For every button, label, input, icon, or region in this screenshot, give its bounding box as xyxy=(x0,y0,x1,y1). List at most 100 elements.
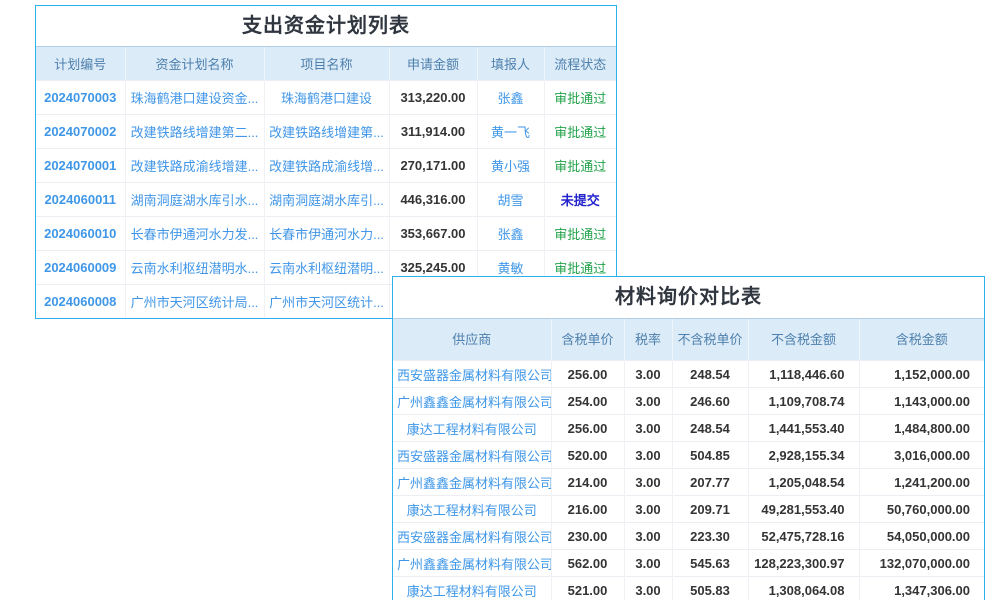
amount-tax-cell: 1,152,000.00 xyxy=(859,361,984,388)
plan-col-amount: 申请金额 xyxy=(389,47,477,81)
table-row[interactable]: 康达工程材料有限公司 216.00 3.00 209.71 49,281,553… xyxy=(393,496,984,523)
plan-name-link[interactable]: 湖南洞庭湖水库引水... xyxy=(125,183,264,217)
supplier-link[interactable]: 康达工程材料有限公司 xyxy=(393,496,551,523)
plan-id-link[interactable]: 2024060008 xyxy=(36,285,125,319)
table-row[interactable]: 西安盛器金属材料有限公司 230.00 3.00 223.30 52,475,7… xyxy=(393,523,984,550)
material-quote-table: 供应商 含税单价 税率 不含税单价 不含税金额 含税金额 西安盛器金属材料有限公… xyxy=(393,319,984,600)
unit-price-no-tax-cell: 545.63 xyxy=(672,550,748,577)
unit-price-tax-cell: 256.00 xyxy=(551,361,624,388)
unit-price-tax-cell: 520.00 xyxy=(551,442,624,469)
amount-cell: 353,667.00 xyxy=(389,217,477,251)
table-row[interactable]: 西安盛器金属材料有限公司 256.00 3.00 248.54 1,118,44… xyxy=(393,361,984,388)
plan-id-link[interactable]: 2024070003 xyxy=(36,81,125,115)
unit-price-tax-cell: 254.00 xyxy=(551,388,624,415)
plan-name-link[interactable]: 广州市天河区统计局... xyxy=(125,285,264,319)
reporter-link[interactable]: 胡雪 xyxy=(477,183,544,217)
unit-price-no-tax-cell: 505.83 xyxy=(672,577,748,600)
unit-price-no-tax-cell: 246.60 xyxy=(672,388,748,415)
quote-col-amount-tax: 含税金额 xyxy=(859,319,984,361)
table-row[interactable]: 康达工程材料有限公司 256.00 3.00 248.54 1,441,553.… xyxy=(393,415,984,442)
amount-tax-cell: 50,760,000.00 xyxy=(859,496,984,523)
tax-rate-cell: 3.00 xyxy=(624,550,672,577)
project-name-link[interactable]: 广州市天河区统计... xyxy=(264,285,389,319)
supplier-link[interactable]: 广州鑫鑫金属材料有限公司 xyxy=(393,550,551,577)
project-name-link[interactable]: 珠海鹤港口建设 xyxy=(264,81,389,115)
table-row[interactable]: 2024060011 湖南洞庭湖水库引水... 湖南洞庭湖水库引... 446,… xyxy=(36,183,616,217)
reporter-link[interactable]: 张鑫 xyxy=(477,217,544,251)
status-badge: 审批通过 xyxy=(544,81,616,115)
unit-price-tax-cell: 216.00 xyxy=(551,496,624,523)
plan-name-link[interactable]: 改建铁路成渝线增建... xyxy=(125,149,264,183)
tax-rate-cell: 3.00 xyxy=(624,469,672,496)
unit-price-tax-cell: 521.00 xyxy=(551,577,624,600)
plan-name-link[interactable]: 珠海鹤港口建设资金... xyxy=(125,81,264,115)
plan-name-link[interactable]: 改建铁路线增建第二... xyxy=(125,115,264,149)
project-name-link[interactable]: 云南水利枢纽潜明... xyxy=(264,251,389,285)
table-row[interactable]: 2024070003 珠海鹤港口建设资金... 珠海鹤港口建设 313,220.… xyxy=(36,81,616,115)
plan-id-link[interactable]: 2024060010 xyxy=(36,217,125,251)
plan-id-link[interactable]: 2024060011 xyxy=(36,183,125,217)
plan-id-link[interactable]: 2024070002 xyxy=(36,115,125,149)
project-name-link[interactable]: 长春市伊通河水力... xyxy=(264,217,389,251)
amount-tax-cell: 1,347,306.00 xyxy=(859,577,984,600)
quote-header-row: 供应商 含税单价 税率 不含税单价 不含税金额 含税金额 xyxy=(393,319,984,361)
plan-name-link[interactable]: 长春市伊通河水力发... xyxy=(125,217,264,251)
plan-id-link[interactable]: 2024060009 xyxy=(36,251,125,285)
table-row[interactable]: 2024070001 改建铁路成渝线增建... 改建铁路成渝线增... 270,… xyxy=(36,149,616,183)
unit-price-tax-cell: 230.00 xyxy=(551,523,624,550)
amount-cell: 446,316.00 xyxy=(389,183,477,217)
table-row[interactable]: 广州鑫鑫金属材料有限公司 254.00 3.00 246.60 1,109,70… xyxy=(393,388,984,415)
amount-no-tax-cell: 1,109,708.74 xyxy=(748,388,859,415)
material-quote-title: 材料询价对比表 xyxy=(393,277,984,319)
table-row[interactable]: 2024070002 改建铁路线增建第二... 改建铁路线增建第... 311,… xyxy=(36,115,616,149)
amount-no-tax-cell: 2,928,155.34 xyxy=(748,442,859,469)
status-badge: 审批通过 xyxy=(544,217,616,251)
tax-rate-cell: 3.00 xyxy=(624,415,672,442)
amount-no-tax-cell: 1,118,446.60 xyxy=(748,361,859,388)
plan-col-plan-name: 资金计划名称 xyxy=(125,47,264,81)
supplier-link[interactable]: 西安盛器金属材料有限公司 xyxy=(393,523,551,550)
amount-no-tax-cell: 1,308,064.08 xyxy=(748,577,859,600)
supplier-link[interactable]: 康达工程材料有限公司 xyxy=(393,577,551,600)
supplier-link[interactable]: 西安盛器金属材料有限公司 xyxy=(393,361,551,388)
quote-col-supplier: 供应商 xyxy=(393,319,551,361)
material-quote-panel: 材料询价对比表 供应商 含税单价 税率 不含税单价 不含税金额 含税金额 西安盛… xyxy=(392,276,985,600)
table-row[interactable]: 2024060010 长春市伊通河水力发... 长春市伊通河水力... 353,… xyxy=(36,217,616,251)
amount-tax-cell: 54,050,000.00 xyxy=(859,523,984,550)
amount-no-tax-cell: 1,205,048.54 xyxy=(748,469,859,496)
plan-col-reporter: 填报人 xyxy=(477,47,544,81)
amount-cell: 270,171.00 xyxy=(389,149,477,183)
supplier-link[interactable]: 广州鑫鑫金属材料有限公司 xyxy=(393,469,551,496)
page: 支出资金计划列表 计划编号 资金计划名称 项目名称 申请金额 填报人 流程状态 … xyxy=(0,0,1000,600)
reporter-link[interactable]: 黄一飞 xyxy=(477,115,544,149)
expenditure-plan-panel: 支出资金计划列表 计划编号 资金计划名称 项目名称 申请金额 填报人 流程状态 … xyxy=(35,5,617,319)
table-row[interactable]: 西安盛器金属材料有限公司 520.00 3.00 504.85 2,928,15… xyxy=(393,442,984,469)
plan-col-project-name: 项目名称 xyxy=(264,47,389,81)
plan-id-link[interactable]: 2024070001 xyxy=(36,149,125,183)
supplier-link[interactable]: 广州鑫鑫金属材料有限公司 xyxy=(393,388,551,415)
table-row[interactable]: 康达工程材料有限公司 521.00 3.00 505.83 1,308,064.… xyxy=(393,577,984,600)
unit-price-no-tax-cell: 207.77 xyxy=(672,469,748,496)
unit-price-no-tax-cell: 223.30 xyxy=(672,523,748,550)
project-name-link[interactable]: 湖南洞庭湖水库引... xyxy=(264,183,389,217)
reporter-link[interactable]: 张鑫 xyxy=(477,81,544,115)
supplier-link[interactable]: 西安盛器金属材料有限公司 xyxy=(393,442,551,469)
plan-col-status: 流程状态 xyxy=(544,47,616,81)
amount-cell: 311,914.00 xyxy=(389,115,477,149)
tax-rate-cell: 3.00 xyxy=(624,496,672,523)
quote-col-tax-rate: 税率 xyxy=(624,319,672,361)
table-row[interactable]: 广州鑫鑫金属材料有限公司 214.00 3.00 207.77 1,205,04… xyxy=(393,469,984,496)
supplier-link[interactable]: 康达工程材料有限公司 xyxy=(393,415,551,442)
unit-price-no-tax-cell: 248.54 xyxy=(672,361,748,388)
unit-price-tax-cell: 256.00 xyxy=(551,415,624,442)
project-name-link[interactable]: 改建铁路线增建第... xyxy=(264,115,389,149)
plan-name-link[interactable]: 云南水利枢纽潜明水... xyxy=(125,251,264,285)
reporter-link[interactable]: 黄小强 xyxy=(477,149,544,183)
unit-price-no-tax-cell: 248.54 xyxy=(672,415,748,442)
amount-no-tax-cell: 128,223,300.97 xyxy=(748,550,859,577)
project-name-link[interactable]: 改建铁路成渝线增... xyxy=(264,149,389,183)
table-row[interactable]: 广州鑫鑫金属材料有限公司 562.00 3.00 545.63 128,223,… xyxy=(393,550,984,577)
status-badge: 审批通过 xyxy=(544,149,616,183)
plan-col-id: 计划编号 xyxy=(36,47,125,81)
quote-col-amount-no-tax: 不含税金额 xyxy=(748,319,859,361)
